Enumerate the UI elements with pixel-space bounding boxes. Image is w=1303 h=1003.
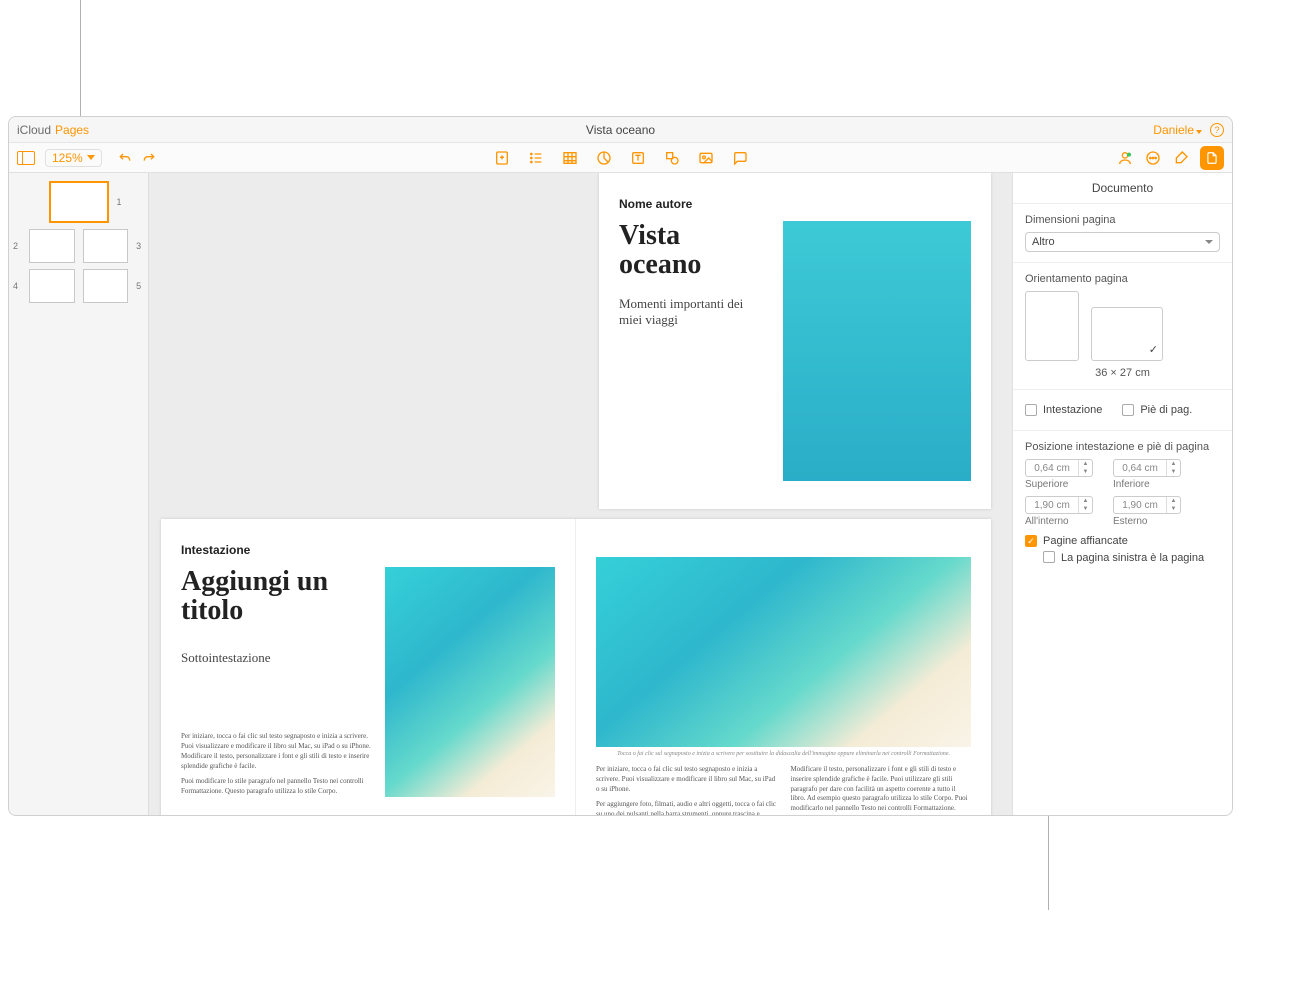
page-spread-2-3[interactable]: Intestazione Aggiungi un titolo Sottoint…: [161, 519, 991, 815]
document-title: Vista oceano: [586, 123, 655, 137]
insert-chart-button[interactable]: [595, 149, 613, 167]
header-checkbox[interactable]: Intestazione: [1025, 404, 1102, 416]
undo-button[interactable]: [116, 149, 134, 167]
image-placeholder-surfers[interactable]: [783, 221, 971, 481]
document-canvas[interactable]: Nome autore Vista oceano Momenti importa…: [149, 173, 1012, 815]
page-2[interactable]: Intestazione Aggiungi un titolo Sottoint…: [161, 519, 576, 815]
insert-text-button[interactable]: [629, 149, 647, 167]
insert-page-button[interactable]: [493, 149, 511, 167]
header-label[interactable]: Intestazione: [181, 543, 555, 557]
page-3[interactable]: Tocca o fai clic sul segnaposto e inizia…: [576, 519, 991, 815]
insert-comment-button[interactable]: [731, 149, 749, 167]
zoom-menu[interactable]: 125%: [45, 149, 102, 167]
app-brand: iCloud Pages: [17, 123, 89, 137]
page-1[interactable]: Nome autore Vista oceano Momenti importa…: [599, 173, 991, 509]
brand-pages: Pages: [55, 123, 89, 137]
margin-top-stepper[interactable]: 0,64 cm▲▼: [1025, 459, 1093, 477]
redo-button[interactable]: [140, 149, 158, 167]
page2-body-2[interactable]: Puoi modificare lo stile paragrafo nel p…: [181, 777, 371, 797]
author-placeholder[interactable]: Nome autore: [619, 197, 971, 211]
page3-colA-1[interactable]: Per iniziare, tocca o fai clic sul testo…: [596, 765, 777, 794]
page-thumbnail-3[interactable]: [83, 229, 129, 263]
format-button[interactable]: [1172, 149, 1190, 167]
checkmark-icon: ✓: [1149, 343, 1158, 356]
document-inspector-button[interactable]: [1200, 146, 1224, 170]
page3-colB[interactable]: Modificare il testo, personalizzare i fo…: [791, 765, 972, 814]
page3-colA-2[interactable]: Per aggiungere foto, filmati, audio e al…: [596, 800, 777, 815]
image-placeholder-beach-2[interactable]: [596, 557, 971, 747]
page-thumbnail-4[interactable]: [29, 269, 75, 303]
checkbox-icon: [1122, 404, 1134, 416]
pagesize-label: Dimensioni pagina: [1025, 214, 1220, 226]
pagesize-select[interactable]: Altro: [1025, 232, 1220, 252]
hf-position-label: Posizione intestazione e piè di pagina: [1025, 441, 1220, 453]
image-caption[interactable]: Tocca o fai clic sul segnaposto e inizia…: [596, 751, 971, 757]
title-bar: iCloud Pages Vista oceano Daniele ?: [9, 117, 1232, 143]
orientation-label: Orientamento pagina: [1025, 273, 1220, 285]
inspector-title: Documento: [1013, 173, 1232, 204]
orientation-landscape[interactable]: ✓: [1091, 307, 1163, 361]
doc-big-title[interactable]: Vista oceano: [619, 221, 769, 280]
facing-pages-checkbox[interactable]: ✓ Pagine affiancate: [1025, 535, 1220, 547]
toolbar: 125%: [9, 143, 1232, 173]
left-page-first-checkbox[interactable]: La pagina sinistra è la pagina: [1043, 551, 1220, 565]
page-thumbnails-panel: 1 2 3 4 5: [9, 173, 149, 815]
callout-line-thumbnails: [80, 0, 81, 120]
insert-list-button[interactable]: [527, 149, 545, 167]
page2-title[interactable]: Aggiungi un titolo: [181, 567, 371, 626]
margin-bottom-stepper[interactable]: 0,64 cm▲▼: [1113, 459, 1181, 477]
checkbox-checked-icon: ✓: [1025, 535, 1037, 547]
doc-subtitle[interactable]: Momenti importanti dei miei viaggi: [619, 296, 769, 328]
checkbox-icon: [1025, 404, 1037, 416]
page2-subtitle[interactable]: Sottointestazione: [181, 650, 371, 666]
page-thumbnail-5[interactable]: [83, 269, 129, 303]
brand-icloud: iCloud: [17, 123, 51, 137]
help-button[interactable]: ?: [1210, 123, 1224, 137]
page-dimensions-text: 36 × 27 cm: [1025, 367, 1220, 379]
image-placeholder-beach-1[interactable]: [385, 567, 555, 797]
page-thumbnail-1[interactable]: [49, 181, 109, 223]
sidebar-toggle-button[interactable]: [17, 151, 35, 165]
inspector-panel: Documento Dimensioni pagina Altro Orient…: [1012, 173, 1232, 815]
collaborate-button[interactable]: [1116, 149, 1134, 167]
insert-shape-button[interactable]: [663, 149, 681, 167]
insert-media-button[interactable]: [697, 149, 715, 167]
page-thumbnail-2[interactable]: [29, 229, 75, 263]
margin-inside-stepper[interactable]: 1,90 cm▲▼: [1025, 496, 1093, 514]
orientation-portrait[interactable]: [1025, 291, 1079, 361]
more-button[interactable]: [1144, 149, 1162, 167]
margin-outside-stepper[interactable]: 1,90 cm▲▼: [1113, 496, 1181, 514]
checkbox-icon: [1043, 551, 1055, 563]
user-menu[interactable]: Daniele: [1153, 123, 1202, 137]
app-window: iCloud Pages Vista oceano Daniele ? 125%: [8, 116, 1233, 816]
insert-table-button[interactable]: [561, 149, 579, 167]
footer-checkbox[interactable]: Piè di pag.: [1122, 404, 1192, 416]
chevron-down-icon: [1205, 240, 1213, 244]
page2-body-1[interactable]: Per iniziare, tocca o fai clic sul testo…: [181, 732, 371, 771]
chevron-down-icon: [87, 155, 95, 160]
chevron-down-icon: [1196, 130, 1202, 134]
